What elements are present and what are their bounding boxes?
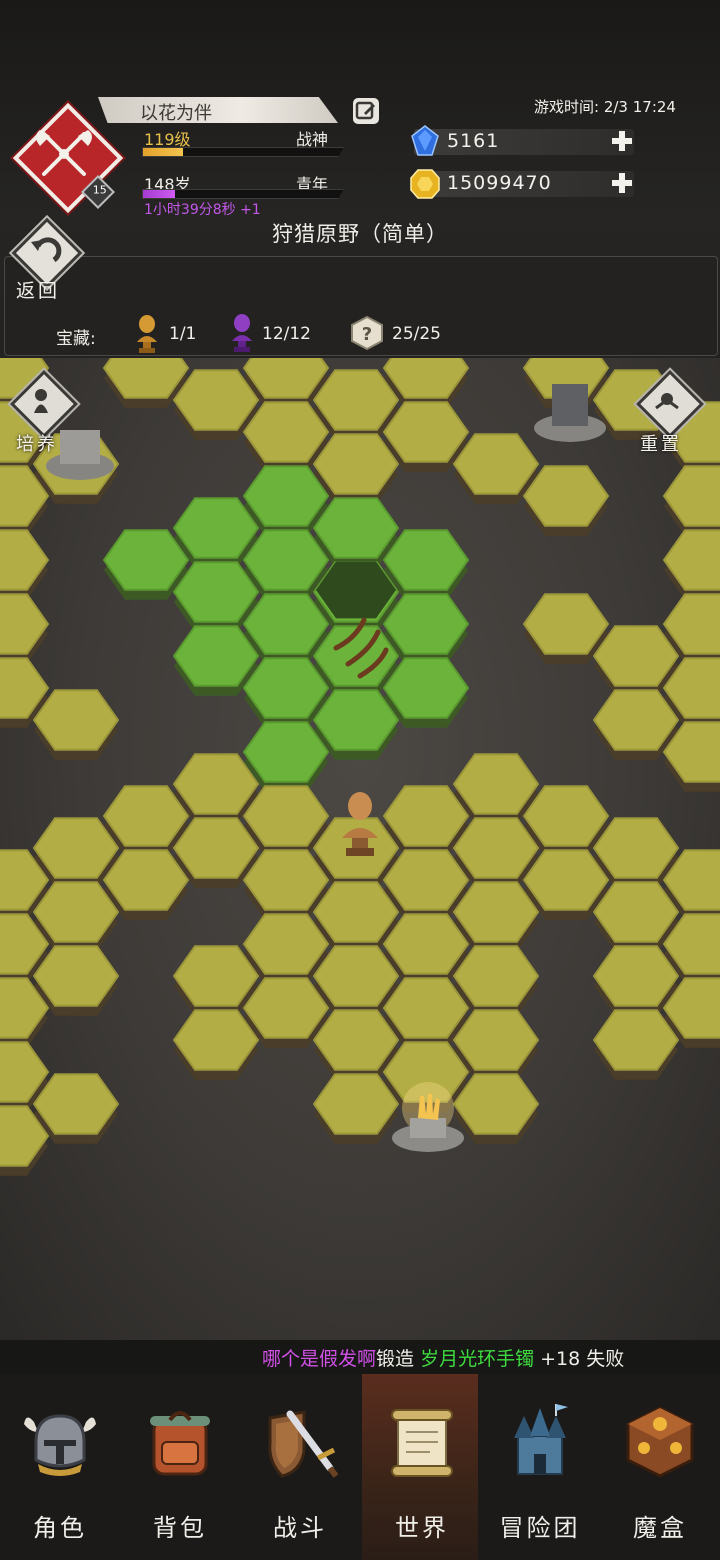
nav-item-world[interactable]: 世界 (360, 1374, 480, 1560)
age-timer: 1小时39分8秒 +1 (144, 202, 261, 218)
age-progress-fill (143, 190, 175, 198)
treasure-count-2: 12/12 (262, 324, 311, 344)
pawn-icon (34, 389, 48, 413)
nav-item-backpack[interactable]: 背包 (120, 1374, 240, 1560)
field-hex-tile[interactable] (0, 529, 50, 591)
pencil-icon (355, 101, 375, 120)
reset-button[interactable]: 重置 (632, 370, 712, 456)
scroll-icon (391, 1409, 453, 1477)
hex-map[interactable] (0, 358, 720, 1340)
treasure-count-3: 25/25 (392, 324, 441, 344)
gold-coin-icon (410, 169, 440, 199)
player-name: 以花为伴 (140, 103, 212, 124)
backpack-icon (150, 1411, 210, 1476)
sword-shield-icon (268, 1410, 339, 1478)
edit-name-button[interactable] (353, 98, 379, 124)
badge-level-text: 15 (92, 183, 107, 197)
class-label: 战神 (296, 130, 329, 149)
hex-grid[interactable] (0, 358, 720, 1340)
level-label: 119级 (144, 130, 191, 149)
svg-text:?: ? (362, 324, 372, 345)
helmet-icon (24, 1414, 96, 1476)
diamond-count: 5161 (447, 130, 500, 152)
blue-diamond-icon (411, 125, 439, 156)
ticker-result: +18 失败 (540, 1348, 625, 1370)
nav-label-world: 世界 (395, 1514, 449, 1542)
train-button[interactable]: 培养 (6, 370, 86, 456)
age-progress-bar (142, 189, 344, 199)
nav-item-adventure-team[interactable]: 冒险团 (480, 1374, 600, 1560)
nav-label-battle: 战斗 (273, 1514, 327, 1542)
back-label: 返回 (16, 280, 61, 302)
ticker-item: 岁月光环手镯 (420, 1348, 535, 1370)
purple-bust-icon (232, 314, 252, 352)
game-time: 游戏时间: 2/3 17:24 (534, 98, 676, 116)
treasure-count-1: 1/1 (169, 324, 197, 344)
map-title: 狩猎原野（简单） (272, 222, 448, 246)
bottom-nav: 角色 背包 战斗 世界 冒险团 魔盒 (0, 1374, 720, 1560)
nav-item-character[interactable]: 角色 (0, 1374, 120, 1560)
castle-icon (514, 1404, 568, 1475)
reset-icon (655, 393, 679, 410)
question-tile-icon: ? (351, 316, 383, 350)
gold-count: 15099470 (447, 172, 552, 194)
level-progress-bar (142, 147, 344, 157)
nav-label-backpack: 背包 (153, 1514, 207, 1542)
treasure-label: 宝藏: (56, 329, 96, 349)
nav-label-adventure-team: 冒险团 (499, 1514, 581, 1542)
golden-bust-icon (137, 315, 157, 353)
level-progress-fill (143, 148, 183, 156)
back-arrow-icon (31, 237, 62, 263)
back-button[interactable]: 返回 (10, 217, 83, 302)
train-label: 培养 (16, 434, 58, 455)
nav-item-magic-box[interactable]: 魔盒 (600, 1374, 720, 1560)
magic-box-icon (626, 1406, 694, 1478)
name-plate (98, 97, 338, 123)
nav-label-magic-box: 魔盒 (633, 1514, 687, 1542)
nav-label-character: 角色 (33, 1514, 87, 1542)
add-gold-button[interactable] (610, 171, 634, 195)
add-diamond-button[interactable] (610, 129, 634, 153)
ticker-player: 哪个是假发啊 (262, 1348, 377, 1370)
ticker-action: 锻造 (376, 1348, 415, 1370)
news-ticker: 哪个是假发啊锻造 岁月光环手镯 +18 失败 (0, 1340, 720, 1374)
reset-label: 重置 (640, 434, 682, 455)
field-hex-tile[interactable] (0, 593, 50, 655)
player-avatar[interactable]: 15 (12, 102, 124, 214)
nav-item-battle[interactable]: 战斗 (240, 1374, 360, 1560)
